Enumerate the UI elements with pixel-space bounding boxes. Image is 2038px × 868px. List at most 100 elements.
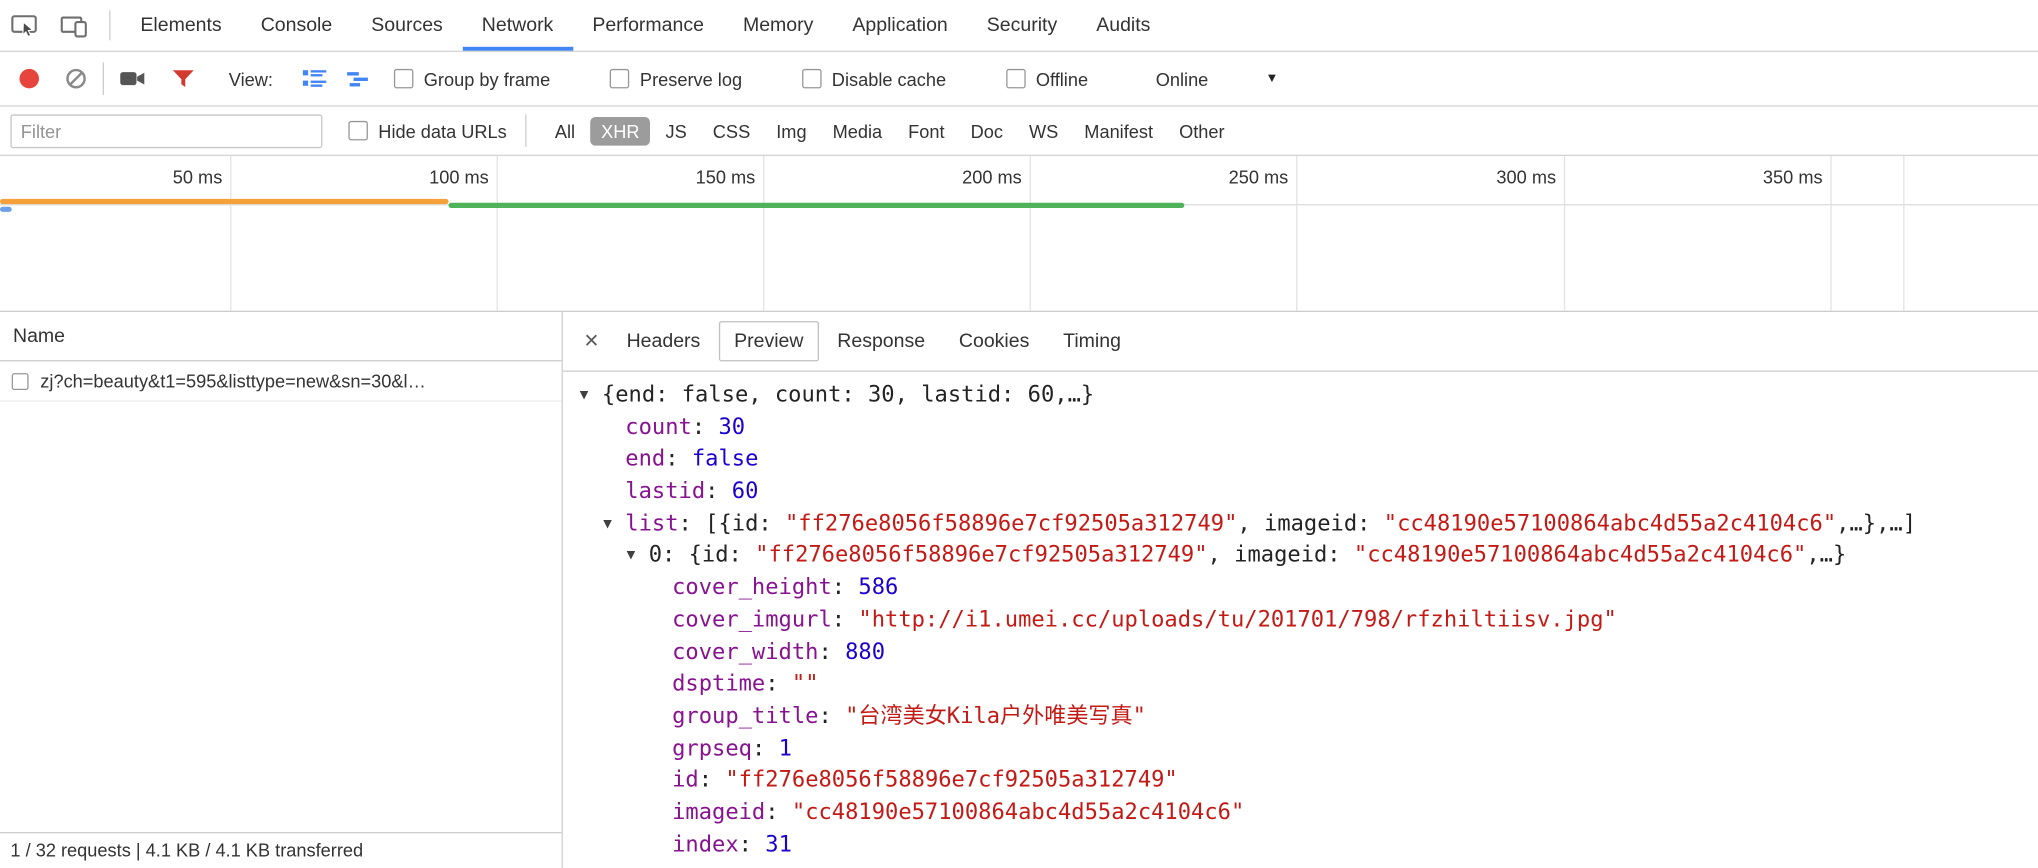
grid-line — [230, 156, 231, 311]
filter-type-manifest[interactable]: Manifest — [1074, 116, 1164, 145]
grid-line — [497, 156, 498, 311]
divider — [109, 10, 110, 40]
preserve-log-checkbox[interactable] — [610, 69, 630, 89]
requests-panel: Name zj?ch=beauty&t1=595&listtype=new&sn… — [0, 312, 563, 868]
grid-line — [1296, 156, 1297, 311]
json-key: lastid — [625, 478, 705, 504]
tab-elements[interactable]: Elements — [121, 0, 241, 51]
checkbox-item-disable-cache: Disable cache — [802, 68, 946, 89]
filter-type-media[interactable]: Media — [822, 116, 892, 145]
json-key: cover_height — [672, 575, 832, 601]
json-key: cover_width — [672, 639, 818, 665]
tab-application[interactable]: Application — [833, 0, 967, 51]
disclosure-triangle-icon[interactable]: ▼ — [627, 540, 649, 572]
tick-label: 350 ms — [1635, 166, 1822, 187]
json-text: : — [765, 799, 792, 825]
json-tree-row[interactable]: ▼0: {id: "ff276e8056f58896e7cf92505a3127… — [563, 540, 2038, 572]
detail-tab-cookies[interactable]: Cookies — [943, 321, 1045, 361]
filter-type-css[interactable]: CSS — [702, 116, 760, 145]
json-tree-row[interactable]: id: "ff276e8056f58896e7cf92505a312749" — [563, 765, 2038, 797]
json-tree-row[interactable]: cover_width: 880 — [563, 636, 2038, 668]
request-checkbox[interactable] — [12, 372, 29, 389]
filter-type-all[interactable]: All — [544, 116, 585, 145]
json-text: , imageid: — [1237, 511, 1383, 537]
disable-cache-checkbox[interactable] — [802, 69, 822, 89]
filter-funnel-icon[interactable] — [172, 69, 195, 89]
grid-line — [763, 156, 764, 311]
json-tree-row[interactable]: end: false — [563, 444, 2038, 476]
show-overview-icon[interactable] — [346, 68, 371, 89]
large-request-rows-icon[interactable] — [302, 68, 328, 90]
record-button[interactable] — [13, 69, 44, 89]
disclosure-triangle-icon[interactable]: ▼ — [580, 380, 602, 412]
request-row[interactable]: zj?ch=beauty&t1=595&listtype=new&sn=30&l… — [0, 361, 562, 401]
close-icon[interactable]: × — [573, 327, 609, 356]
disclosure-triangle-icon[interactable]: ▼ — [603, 508, 625, 540]
request-list: zj?ch=beauty&t1=595&listtype=new&sn=30&l… — [0, 361, 562, 401]
detail-tab-preview[interactable]: Preview — [719, 321, 820, 361]
grid-line — [1030, 156, 1031, 311]
json-tree-row[interactable]: index: 31 — [563, 829, 2038, 861]
json-tree-row[interactable]: imageid: "cc48190e57100864abc4d55a2c4104… — [563, 797, 2038, 829]
detail-tab-response[interactable]: Response — [822, 321, 941, 361]
json-tree-row[interactable]: group_title: "台湾美女Kila户外唯美写真" — [563, 701, 2038, 733]
json-key: grpseq — [672, 735, 752, 761]
json-tree-row[interactable]: lastid: 60 — [563, 476, 2038, 508]
device-toolbar-icon[interactable] — [49, 0, 98, 51]
name-column-header[interactable]: Name — [0, 312, 562, 361]
json-preview-tree: ▼{end: false, count: 30, lastid: 60,…}co… — [563, 372, 2038, 868]
json-tree-row[interactable]: cover_height: 586 — [563, 572, 2038, 604]
inspect-element-icon[interactable] — [0, 0, 49, 51]
tab-sources[interactable]: Sources — [352, 0, 463, 51]
json-value-string: "cc48190e57100864abc4d55a2c4104c6" — [1354, 543, 1806, 569]
json-value-number: 1 — [779, 735, 792, 761]
filter-type-other[interactable]: Other — [1169, 116, 1235, 145]
throttling-dropdown[interactable]: Online ▼ — [1156, 68, 1279, 89]
filter-type-img[interactable]: Img — [766, 116, 817, 145]
tab-network[interactable]: Network — [462, 0, 573, 51]
detail-tab-headers[interactable]: Headers — [611, 321, 716, 361]
detail-tabs: HeadersPreviewResponseCookiesTiming — [610, 321, 1138, 361]
toolbar-checkboxes: Group by framePreserve logDisable cacheO… — [394, 68, 1148, 89]
tab-audits[interactable]: Audits — [1077, 0, 1170, 51]
clear-button[interactable] — [65, 68, 87, 90]
json-tree-row[interactable]: grpseq: 1 — [563, 733, 2038, 765]
json-text: : — [692, 414, 719, 440]
resource-type-filters: AllXHRJSCSSImgMediaFontDocWSManifestOthe… — [544, 116, 1240, 145]
json-tree-row[interactable]: dsptime: "" — [563, 668, 2038, 700]
filter-type-js[interactable]: JS — [655, 116, 697, 145]
json-value-string: "cc48190e57100864abc4d55a2c4104c6" — [1384, 511, 1836, 537]
preserve-log-label: Preserve log — [640, 68, 742, 89]
tick-label: 150 ms — [568, 166, 755, 187]
tab-performance[interactable]: Performance — [573, 0, 724, 51]
json-text: : — [752, 735, 779, 761]
json-text: , imageid: — [1208, 543, 1354, 569]
filter-type-xhr[interactable]: XHR — [591, 116, 650, 145]
tab-security[interactable]: Security — [967, 0, 1076, 51]
json-key: end — [625, 446, 665, 472]
json-value-string: "ff276e8056f58896e7cf92505a312749" — [785, 511, 1237, 537]
json-tree-row[interactable]: count: 30 — [563, 412, 2038, 444]
tick-label: 300 ms — [1369, 166, 1556, 187]
offline-checkbox[interactable] — [1006, 69, 1025, 89]
detail-tab-timing[interactable]: Timing — [1048, 321, 1137, 361]
json-tree-row[interactable]: ▼list: [{id: "ff276e8056f58896e7cf92505a… — [563, 508, 2038, 540]
throttling-value: Online — [1156, 68, 1209, 89]
group-by-frame-checkbox[interactable] — [394, 69, 414, 89]
offline-label: Offline — [1036, 68, 1088, 89]
tab-console[interactable]: Console — [241, 0, 352, 51]
filter-input[interactable] — [10, 114, 322, 148]
json-tree-row[interactable]: cover_imgurl: "http://i1.umei.cc/uploads… — [563, 604, 2038, 636]
capture-screenshots-camera-icon[interactable] — [120, 69, 146, 89]
record-icon — [19, 69, 39, 89]
json-tree-row[interactable]: ▼{end: false, count: 30, lastid: 60,…} — [563, 380, 2038, 412]
json-text: : — [832, 607, 859, 633]
timeline-overview[interactable]: 50 ms100 ms150 ms200 ms250 ms300 ms350 m… — [0, 156, 2038, 312]
tab-memory[interactable]: Memory — [723, 0, 832, 51]
filter-type-ws[interactable]: WS — [1019, 116, 1069, 145]
tick-label: 250 ms — [1101, 166, 1288, 187]
filter-type-doc[interactable]: Doc — [960, 116, 1013, 145]
json-text: {end: false, count: 30, lastid: 60,…} — [602, 382, 1094, 408]
filter-type-font[interactable]: Font — [898, 116, 955, 145]
hide-data-urls-checkbox[interactable] — [348, 121, 368, 141]
